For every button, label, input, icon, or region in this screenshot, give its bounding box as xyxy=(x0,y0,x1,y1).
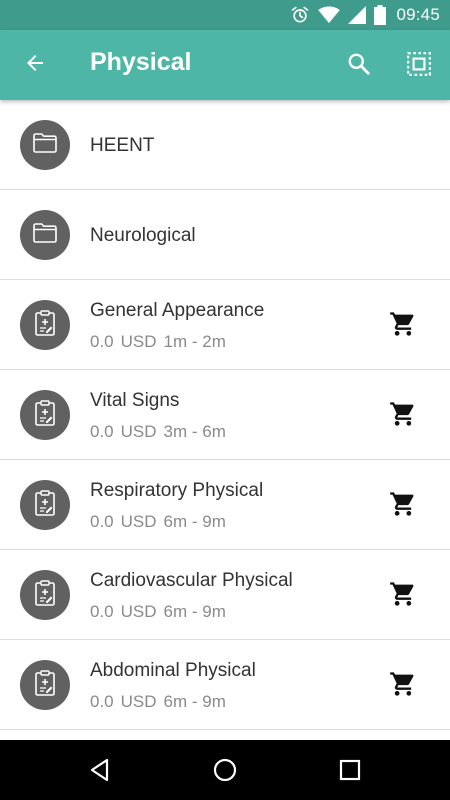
item-avatar xyxy=(20,660,70,710)
app-bar: Physical xyxy=(0,30,450,100)
list-item-meta: 0.0 USD 1m - 2m xyxy=(90,332,233,352)
item-currency: USD xyxy=(120,602,157,621)
list-item-meta: 0.0 USD 6m - 9m xyxy=(90,692,233,712)
list-item-title: Abdominal Physical xyxy=(90,660,256,681)
item-currency: USD xyxy=(120,332,157,351)
search-button[interactable] xyxy=(343,50,375,82)
item-currency: USD xyxy=(120,692,157,711)
back-button[interactable] xyxy=(18,50,52,80)
item-price: 0.0 xyxy=(90,332,114,351)
folder-icon xyxy=(33,132,57,158)
item-avatar xyxy=(20,300,70,350)
list-item-folder-neurological[interactable]: Neurological xyxy=(0,190,450,280)
list-item-respiratory-physical[interactable]: Respiratory Physical 0.0 USD 6m - 9m xyxy=(0,460,450,550)
item-price: 0.0 xyxy=(90,692,114,711)
item-price: 0.0 xyxy=(90,422,114,441)
signal-icon xyxy=(348,6,367,24)
nav-back-button[interactable] xyxy=(87,757,113,783)
back-arrow-icon xyxy=(23,51,47,80)
select-all-icon xyxy=(406,51,432,82)
page-title: Physical xyxy=(90,48,192,76)
item-currency: USD xyxy=(120,512,157,531)
list-item-folder-heent[interactable]: HEENT xyxy=(0,100,450,190)
item-duration: 6m - 9m xyxy=(163,602,226,621)
status-bar: 09:45 xyxy=(0,0,450,30)
list-item-cardiovascular-physical[interactable]: Cardiovascular Physical 0.0 USD 6m - 9m xyxy=(0,550,450,640)
clipboard-icon xyxy=(34,489,56,521)
list-item-title: Respiratory Physical xyxy=(90,480,264,501)
list-item-general-appearance[interactable]: General Appearance 0.0 USD 1m - 2m xyxy=(0,280,450,370)
add-to-cart-button[interactable] xyxy=(388,310,418,343)
item-duration: 3m - 6m xyxy=(163,422,226,441)
list-item-title: General Appearance xyxy=(90,300,265,321)
battery-icon xyxy=(374,5,387,25)
item-duration: 1m - 2m xyxy=(163,332,226,351)
folder-avatar xyxy=(20,120,70,170)
cart-icon xyxy=(389,310,417,343)
item-price: 0.0 xyxy=(90,602,114,621)
list-item-title: Cardiovascular Physical xyxy=(90,570,293,591)
list-item-abdominal-physical[interactable]: Abdominal Physical 0.0 USD 6m - 9m xyxy=(0,640,450,730)
clipboard-icon xyxy=(34,399,56,431)
nav-recents-button[interactable] xyxy=(337,757,363,783)
content-list: HEENT Neurological General Appearance 0.… xyxy=(0,100,450,740)
select-all-button[interactable] xyxy=(402,50,436,82)
alarm-icon xyxy=(290,5,310,25)
list-item-title: HEENT xyxy=(90,135,155,156)
add-to-cart-button[interactable] xyxy=(388,400,418,433)
list-item-title: Neurological xyxy=(90,225,196,246)
item-currency: USD xyxy=(120,422,157,441)
cart-icon xyxy=(389,670,417,703)
cart-icon xyxy=(389,580,417,613)
clipboard-icon xyxy=(34,579,56,611)
nav-recents-icon xyxy=(337,759,363,787)
item-duration: 6m - 9m xyxy=(163,512,226,531)
folder-icon xyxy=(33,222,57,248)
cart-icon xyxy=(389,490,417,523)
status-time: 09:45 xyxy=(396,5,440,24)
item-avatar xyxy=(20,480,70,530)
item-price: 0.0 xyxy=(90,512,114,531)
item-avatar xyxy=(20,390,70,440)
list-item-title: Vital Signs xyxy=(90,390,180,411)
list-item-vital-signs[interactable]: Vital Signs 0.0 USD 3m - 6m xyxy=(0,370,450,460)
list-item-meta: 0.0 USD 6m - 9m xyxy=(90,602,233,622)
clipboard-icon xyxy=(34,669,56,701)
clipboard-icon xyxy=(34,309,56,341)
folder-avatar xyxy=(20,210,70,260)
cart-icon xyxy=(389,400,417,433)
nav-back-icon xyxy=(87,758,113,787)
wifi-icon xyxy=(318,6,341,24)
search-icon xyxy=(346,51,372,82)
item-avatar xyxy=(20,570,70,620)
list-item-meta: 0.0 USD 6m - 9m xyxy=(90,512,233,532)
add-to-cart-button[interactable] xyxy=(388,490,418,523)
nav-home-button[interactable] xyxy=(212,757,238,783)
add-to-cart-button[interactable] xyxy=(388,670,418,703)
nav-home-icon xyxy=(212,758,238,787)
list-item-meta: 0.0 USD 3m - 6m xyxy=(90,422,233,442)
navigation-bar xyxy=(0,740,450,800)
item-duration: 6m - 9m xyxy=(163,692,226,711)
add-to-cart-button[interactable] xyxy=(388,580,418,613)
